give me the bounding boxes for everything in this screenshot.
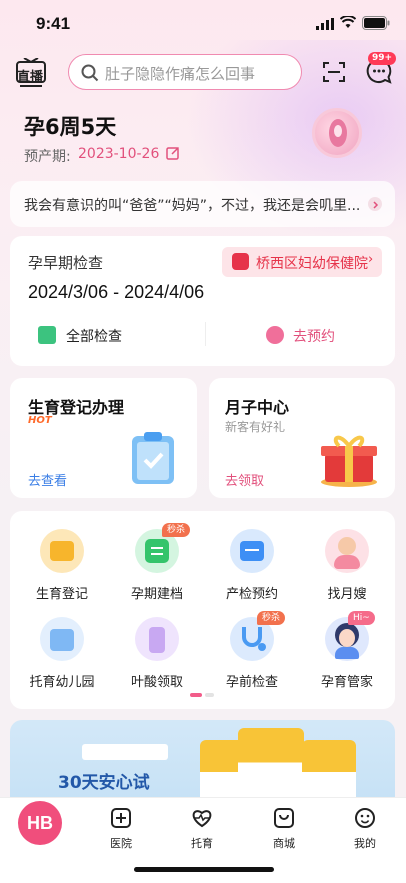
divider [205,322,206,346]
service-item[interactable]: 产检预约 [203,525,299,609]
exam-date-range: 2024/3/06 - 2024/4/06 [28,282,205,302]
hospital-icon [232,253,249,270]
service-item[interactable]: 孕育管家 [298,613,394,697]
card-subtitle: 新客有好礼 [225,420,286,434]
clipboard-icon [132,432,174,484]
service-item[interactable]: 找月嫂 [298,525,394,609]
baby-tip-bar[interactable]: 我会有意识的叫“爸爸”“妈妈”，不过，我还是会叽里... [10,181,395,227]
signal-icon [316,18,334,30]
nanny-icon [325,529,369,573]
card-title: 月子中心 [225,398,290,417]
due-date-value[interactable]: 2023-10-26 [78,146,159,162]
exam-title: 孕早期检查 [28,254,104,272]
service-item[interactable]: 托育幼儿园 [13,613,109,697]
chevron-right-icon [368,197,382,211]
message-badge: 99+ [368,52,397,65]
hospital-icon [111,808,131,828]
book-exam-button[interactable]: 去预约 [293,326,335,346]
edit-icon[interactable] [166,146,180,160]
hot-tag: HOT [28,415,52,426]
calendar-icon [230,529,274,573]
service-item[interactable]: 叶酸领取 [108,613,204,697]
live-button[interactable]: 直播 [16,57,46,88]
search-icon [81,64,99,82]
greeting-tag: Hi~ [348,611,375,625]
banner-text: 30天安心试 [58,773,150,793]
service-label: 孕期建档 [130,587,183,602]
hospital-button[interactable]: 桥西区妇幼保健院 › [222,247,382,277]
exam-card: 孕早期检查 2024/3/06 - 2024/4/06 桥西区妇幼保健院 › 全… [10,236,395,366]
home-logo-button[interactable]: HB [18,801,62,845]
tab-label: 托育 [191,837,213,850]
profile-icon [355,808,375,828]
tab-label: 医院 [110,837,132,850]
birth-registration-card[interactable]: 生育登记办理 HOT 去查看 [10,378,197,498]
status-time: 9:41 [36,14,71,33]
tab-label: 我的 [354,837,376,850]
service-item[interactable]: 生育登记 [13,525,109,609]
service-label: 叶酸领取 [130,675,183,690]
brand-logo [82,744,168,760]
scan-icon[interactable] [322,60,346,84]
service-item[interactable]: 孕期建档 [108,525,204,609]
tab-profile[interactable]: 我的 [335,801,395,850]
service-grid: 生育登记 孕期建档 秒杀 产检预约 找月嫂 托育幼儿园 叶酸领取 孕前检查 秒杀… [10,511,395,709]
tab-label: 商城 [273,837,295,850]
chevron-right-icon: › [368,252,374,267]
clock-icon [266,326,284,344]
baby-tip-text: 我会有意识的叫“爸爸”“妈妈”，不过，我还是会叽里... [24,198,361,214]
wifi-icon [340,16,356,28]
tab-hospital[interactable]: 医院 [91,801,151,850]
status-bar: 9:41 [0,0,406,48]
search-placeholder: 肚子隐隐作痛怎么回事 [105,65,256,83]
pregnancy-week: 孕6周5天 [24,115,117,139]
shop-icon [274,808,294,828]
flash-sale-tag: 秒杀 [162,523,191,537]
service-item[interactable]: 孕前检查 [203,613,299,697]
all-exams-button[interactable]: 全部检查 [66,326,122,346]
view-link[interactable]: 去查看 [28,470,67,489]
heart-pulse-icon [192,810,212,828]
search-input[interactable]: 肚子隐隐作痛怎么回事 [68,54,302,90]
service-label: 孕育管家 [320,675,373,690]
tab-shop[interactable]: 商城 [254,801,314,850]
due-date-label: 预产期: [24,149,71,165]
gift-box-icon [321,435,377,487]
tab-childcare[interactable]: 托育 [172,801,232,850]
confinement-center-card[interactable]: 月子中心 新客有好礼 去领取 [209,378,395,498]
kindergarten-icon [40,617,84,661]
service-label: 生育登记 [35,587,88,602]
service-label: 产检预约 [225,587,278,602]
registration-icon [40,529,84,573]
check-list-icon [38,326,56,344]
claim-link[interactable]: 去领取 [225,470,264,489]
page-indicator [190,693,214,697]
hospital-name: 桥西区妇幼保健院 [256,256,368,272]
service-label: 孕前检查 [225,675,278,690]
battery-icon [362,16,390,30]
flash-sale-tag: 秒杀 [257,611,286,625]
home-indicator[interactable] [134,867,274,872]
live-label: 直播 [17,70,44,85]
service-label: 托育幼儿园 [29,675,95,690]
folic-acid-icon [135,617,179,661]
service-label: 找月嫂 [327,587,367,602]
fetus-avatar[interactable] [312,108,362,158]
